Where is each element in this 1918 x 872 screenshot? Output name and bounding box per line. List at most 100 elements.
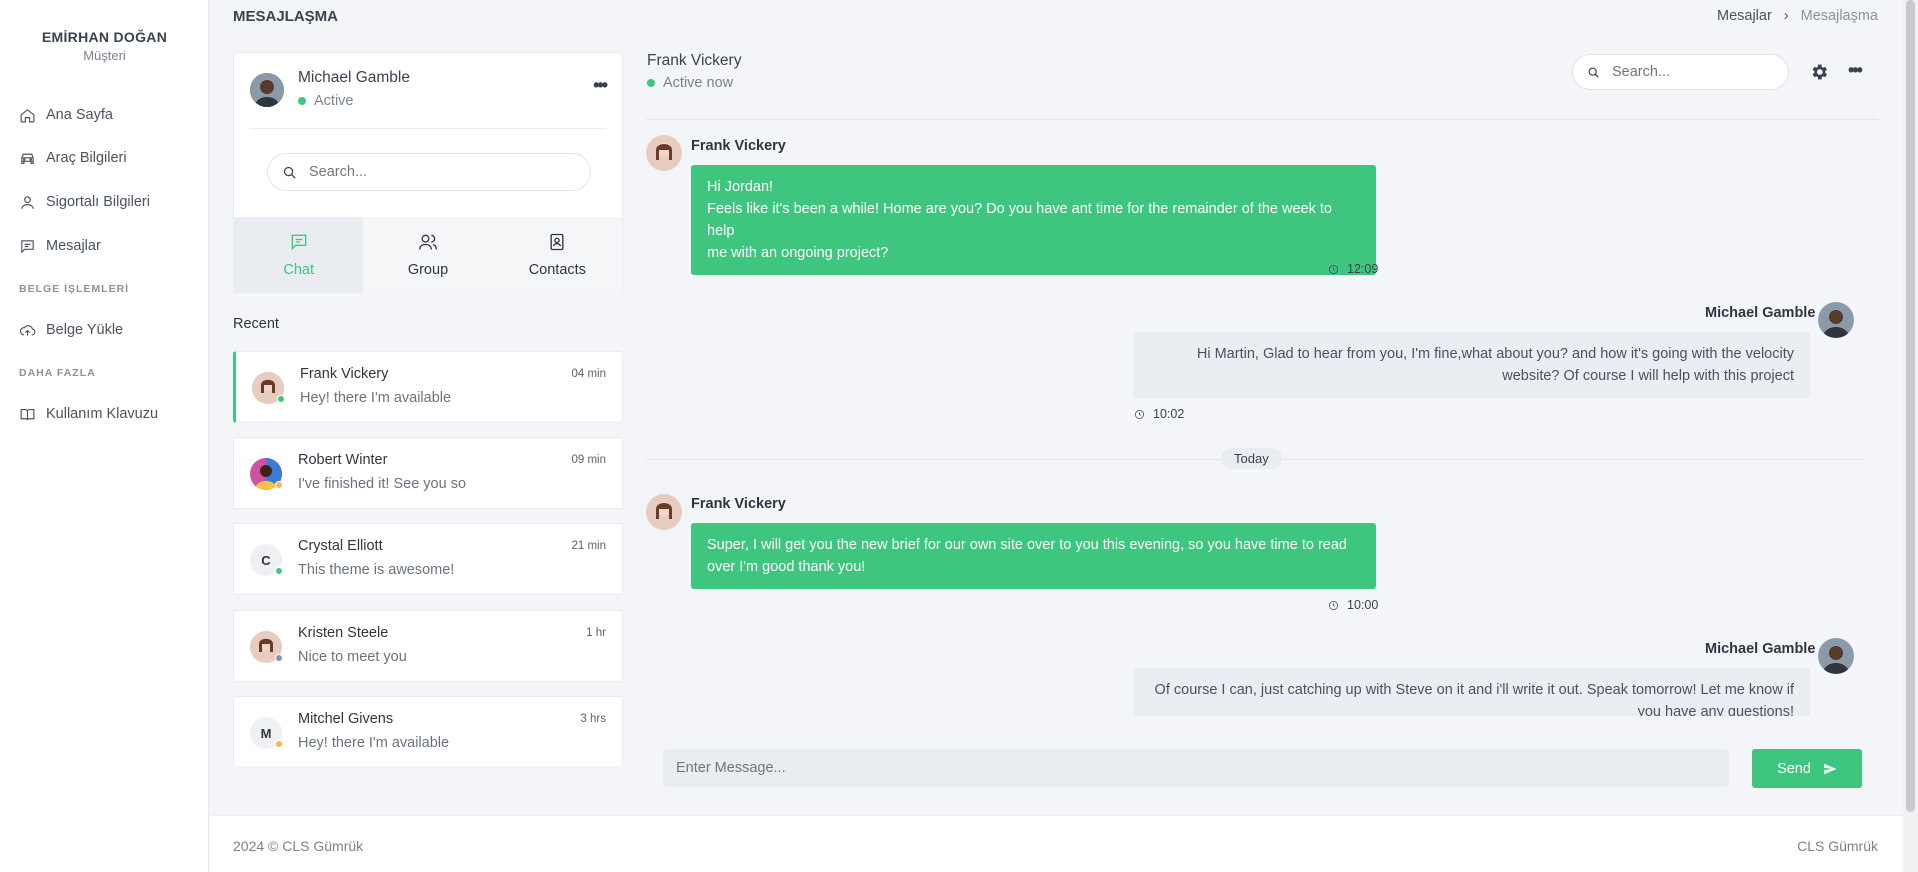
- avatar: C: [250, 544, 283, 576]
- status-dot: [275, 740, 283, 748]
- home-icon: [20, 108, 35, 122]
- conversation-time: 1 hr: [586, 627, 606, 639]
- sidebar-item-insured[interactable]: Sigortalı Bilgileri: [19, 189, 150, 215]
- list-item[interactable]: Kristen Steele Nice to meet you 1 hr: [233, 610, 623, 682]
- book-icon: [20, 408, 35, 420]
- send-icon: [1824, 763, 1837, 774]
- sidebar: EMİRHAN DOĞAN Müşteri Ana Sayfa Araç Bil…: [0, 0, 209, 872]
- message-composer[interactable]: [663, 749, 1729, 787]
- message-line: Super, I will get you the new brief for …: [707, 537, 1347, 553]
- avatar-initial: M: [260, 725, 272, 741]
- sidebar-item-home[interactable]: Ana Sayfa: [19, 102, 113, 128]
- chat-icon: [291, 234, 306, 251]
- message-time: 10:00: [1328, 598, 1378, 612]
- conversation-time: 09 min: [571, 454, 606, 466]
- chat-search[interactable]: [1572, 54, 1789, 90]
- message-line: me with an ongoing project?: [707, 245, 889, 261]
- avatar: [646, 135, 682, 171]
- status-dot: [275, 567, 283, 575]
- more-options-icon[interactable]: •••: [593, 75, 608, 96]
- send-label: Send: [1777, 760, 1811, 777]
- profile-status: Active: [298, 93, 354, 109]
- page-title: MESAJLAŞMA: [233, 8, 339, 25]
- list-item[interactable]: Frank Vickery Hey! there I'm available 0…: [233, 351, 623, 423]
- status-dot: [298, 97, 306, 105]
- user-name: EMİRHAN DOĞAN: [41, 29, 168, 45]
- avatar: [250, 458, 283, 490]
- conversation-time: 04 min: [571, 368, 606, 380]
- sidebar-item-label: Ana Sayfa: [46, 107, 113, 123]
- sidebar-item-messages[interactable]: Mesajlar: [19, 233, 101, 259]
- avatar: [250, 73, 284, 107]
- message-line: website? Of course I will help with this…: [1502, 368, 1794, 384]
- more-options-icon[interactable]: •••: [1848, 60, 1863, 81]
- scrollbar-thumb[interactable]: [1906, 0, 1915, 812]
- status-dot: [647, 79, 655, 87]
- message-line: Feels like it's been a while! Home are y…: [707, 201, 1332, 239]
- search-input[interactable]: [309, 164, 549, 180]
- message-sender: Frank Vickery: [691, 496, 786, 512]
- conversation-name: Robert Winter: [298, 452, 388, 468]
- conversation-search[interactable]: [267, 153, 591, 191]
- tab-contacts[interactable]: Contacts: [493, 217, 622, 293]
- divider: [646, 119, 1878, 120]
- profile-name: Michael Gamble: [298, 69, 410, 86]
- topbar: MESAJLAŞMA Mesajlar › Mesajlaşma: [210, 0, 1903, 34]
- send-button[interactable]: Send: [1752, 749, 1862, 788]
- message-input[interactable]: [676, 760, 1676, 776]
- conversation-name: Frank Vickery: [300, 366, 389, 382]
- conversation-name: Kristen Steele: [298, 625, 389, 641]
- message-time: 12:09: [1328, 262, 1378, 276]
- sidebar-item-vehicle[interactable]: Araç Bilgileri: [19, 145, 127, 171]
- avatar: [1818, 302, 1854, 338]
- conversation-preview: Hey! there I'm available: [298, 735, 450, 751]
- status-dot: [277, 395, 285, 403]
- scrollbar[interactable]: [1903, 0, 1918, 872]
- peer-status: Active now: [647, 75, 733, 91]
- sidebar-section-more: DAHA FAZLA: [19, 367, 96, 379]
- breadcrumb-messages[interactable]: Mesajlar: [1717, 8, 1772, 24]
- message-time: 10:02: [1134, 407, 1184, 421]
- conversation-name: Mitchel Givens: [298, 711, 394, 727]
- date-badge: Today: [1221, 448, 1282, 469]
- footer-copyright: 2024 © CLS Gümrük: [233, 838, 364, 854]
- peer-status-text: Active now: [663, 75, 734, 91]
- chat-search-input[interactable]: [1612, 64, 1772, 80]
- user-icon: [21, 195, 34, 209]
- list-item[interactable]: C Crystal Elliott This theme is awesome!…: [233, 523, 623, 595]
- footer: 2024 © CLS Gümrük CLS Gümrük: [210, 815, 1903, 872]
- gear-icon[interactable]: [1809, 62, 1829, 82]
- breadcrumb-current: Mesajlaşma: [1800, 8, 1878, 24]
- sidebar-item-label: Mesajlar: [46, 238, 101, 254]
- avatar: [252, 372, 285, 404]
- conversation-preview: Nice to meet you: [298, 649, 407, 665]
- sidebar-item-upload[interactable]: Belge Yükle: [19, 317, 123, 343]
- message-time-text: 10:00: [1347, 598, 1379, 612]
- message-line: over I'm good thank you!: [707, 559, 866, 575]
- status-dot: [275, 481, 283, 489]
- list-item[interactable]: M Mitchel Givens Hey! there I'm availabl…: [233, 696, 623, 766]
- message-line: Of course I can, just catching up with S…: [1154, 682, 1794, 698]
- tab-group[interactable]: Group: [363, 217, 492, 293]
- user-role: Müşteri: [83, 48, 126, 63]
- message-sender: Michael Gamble: [1705, 305, 1816, 321]
- car-icon: [21, 153, 34, 164]
- sidebar-item-guide[interactable]: Kullanım Klavuzu: [19, 401, 158, 427]
- search-icon: [1588, 67, 1599, 78]
- conversation-name: Crystal Elliott: [298, 538, 383, 554]
- sidebar-section-documents: BELGE İŞLEMLERİ: [19, 283, 130, 295]
- status-dot: [275, 654, 283, 662]
- conversation-preview: Hey! there I'm available: [300, 390, 452, 406]
- tab-chat[interactable]: Chat: [234, 217, 364, 293]
- conversation-time: 3 hrs: [580, 713, 606, 725]
- cloud-upload-icon: [19, 324, 36, 335]
- sidebar-item-label: Sigortalı Bilgileri: [46, 194, 150, 210]
- message-bubble: Hi Martin, Glad to hear from you, I'm fi…: [1133, 332, 1810, 398]
- message-clip: Michael Gamble Of course I can, just cat…: [646, 630, 1878, 716]
- message-time-text: 12:09: [1347, 262, 1379, 276]
- list-item[interactable]: Robert Winter I've finished it! See you …: [233, 437, 623, 509]
- chat-tabs: Chat Group Contacts: [234, 217, 622, 293]
- tab-label: Contacts: [528, 262, 586, 278]
- sidebar-item-label: Belge Yükle: [46, 322, 124, 338]
- breadcrumb-separator: ›: [1783, 8, 1789, 24]
